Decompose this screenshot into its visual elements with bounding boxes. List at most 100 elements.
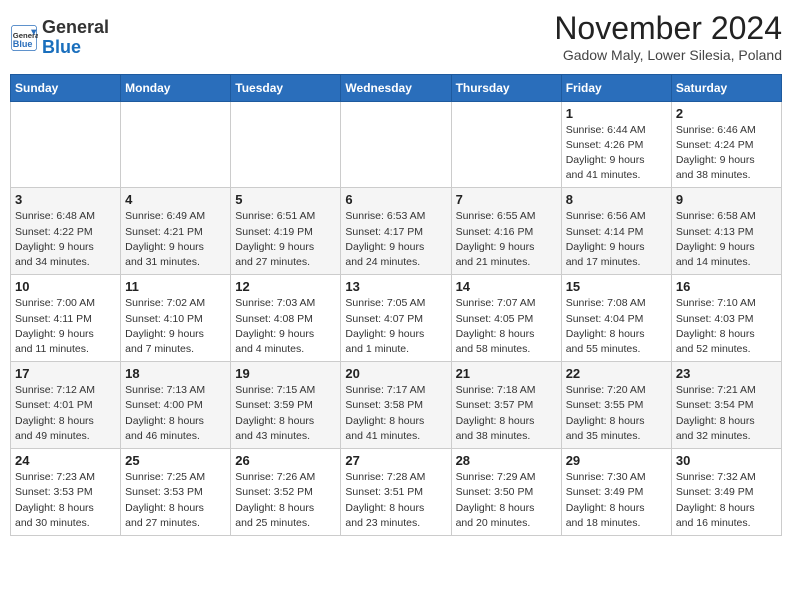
calendar-cell: 29 Sunrise: 7:30 AM Sunset: 3:49 PM Dayli… [561, 449, 671, 536]
calendar-cell [341, 101, 451, 188]
day-number: 7 [456, 192, 557, 207]
calendar-cell: 7 Sunrise: 6:55 AM Sunset: 4:16 PM Daylig… [451, 188, 561, 275]
day-info: Sunrise: 7:28 AM Sunset: 3:51 PM Dayligh… [345, 470, 446, 531]
calendar-cell: 2Sunrise: 6:46 AM Sunset: 4:24 PM Daylig… [671, 101, 781, 188]
day-info: Sunrise: 7:10 AM Sunset: 4:03 PM Dayligh… [676, 296, 777, 357]
day-number: 13 [345, 279, 446, 294]
day-info: Sunrise: 6:46 AM Sunset: 4:24 PM Dayligh… [676, 123, 777, 184]
day-info: Sunrise: 7:02 AM Sunset: 4:10 PM Dayligh… [125, 296, 226, 357]
calendar-week-5: 24Sunrise: 7:23 AM Sunset: 3:53 PM Dayli… [11, 449, 782, 536]
logo-icon: General Blue [10, 24, 38, 52]
logo: General Blue General Blue [10, 10, 109, 66]
day-number: 22 [566, 366, 667, 381]
day-info: Sunrise: 7:05 AM Sunset: 4:07 PM Dayligh… [345, 296, 446, 357]
calendar-cell [11, 101, 121, 188]
calendar-body: 1 Sunrise: 6:44 AM Sunset: 4:26 PM Daylig… [11, 101, 782, 535]
calendar-cell: 17 Sunrise: 7:12 AM Sunset: 4:01 PM Dayli… [11, 362, 121, 449]
calendar-cell: 13 Sunrise: 7:05 AM Sunset: 4:07 PM Dayli… [341, 275, 451, 362]
calendar-week-3: 10 Sunrise: 7:00 AM Sunset: 4:11 PM Dayli… [11, 275, 782, 362]
day-number: 9 [676, 192, 777, 207]
day-number: 10 [15, 279, 116, 294]
day-info: Sunrise: 7:00 AM Sunset: 4:11 PM Dayligh… [15, 296, 116, 357]
calendar: SundayMondayTuesdayWednesdayThursdayFrid… [10, 74, 782, 536]
calendar-cell: 20Sunrise: 7:17 AM Sunset: 3:58 PM Dayli… [341, 362, 451, 449]
day-number: 8 [566, 192, 667, 207]
title-area: November 2024 Gadow Maly, Lower Silesia,… [554, 10, 782, 63]
day-info: Sunrise: 6:51 AM Sunset: 4:19 PM Dayligh… [235, 209, 336, 270]
calendar-cell: 26 Sunrise: 7:26 AM Sunset: 3:52 PM Dayli… [231, 449, 341, 536]
calendar-cell: 16 Sunrise: 7:10 AM Sunset: 4:03 PM Dayli… [671, 275, 781, 362]
day-number: 29 [566, 453, 667, 468]
day-info: Sunrise: 6:44 AM Sunset: 4:26 PM Dayligh… [566, 123, 667, 184]
calendar-cell: 11 Sunrise: 7:02 AM Sunset: 4:10 PM Dayli… [121, 275, 231, 362]
day-info: Sunrise: 6:55 AM Sunset: 4:16 PM Dayligh… [456, 209, 557, 270]
day-info: Sunrise: 7:29 AM Sunset: 3:50 PM Dayligh… [456, 470, 557, 531]
day-info: Sunrise: 7:21 AM Sunset: 3:54 PM Dayligh… [676, 383, 777, 444]
day-info: Sunrise: 7:18 AM Sunset: 3:57 PM Dayligh… [456, 383, 557, 444]
day-number: 15 [566, 279, 667, 294]
location-subtitle: Gadow Maly, Lower Silesia, Poland [554, 47, 782, 63]
day-number: 21 [456, 366, 557, 381]
day-number: 25 [125, 453, 226, 468]
day-number: 4 [125, 192, 226, 207]
day-number: 17 [15, 366, 116, 381]
calendar-cell: 19Sunrise: 7:15 AM Sunset: 3:59 PM Dayli… [231, 362, 341, 449]
day-info: Sunrise: 6:56 AM Sunset: 4:14 PM Dayligh… [566, 209, 667, 270]
day-number: 5 [235, 192, 336, 207]
day-info: Sunrise: 6:53 AM Sunset: 4:17 PM Dayligh… [345, 209, 446, 270]
calendar-cell: 12 Sunrise: 7:03 AM Sunset: 4:08 PM Dayli… [231, 275, 341, 362]
day-info: Sunrise: 7:26 AM Sunset: 3:52 PM Dayligh… [235, 470, 336, 531]
calendar-cell: 22 Sunrise: 7:20 AM Sunset: 3:55 PM Dayli… [561, 362, 671, 449]
day-info: Sunrise: 7:03 AM Sunset: 4:08 PM Dayligh… [235, 296, 336, 357]
calendar-week-4: 17 Sunrise: 7:12 AM Sunset: 4:01 PM Dayli… [11, 362, 782, 449]
day-number: 16 [676, 279, 777, 294]
calendar-cell: 23 Sunrise: 7:21 AM Sunset: 3:54 PM Dayli… [671, 362, 781, 449]
calendar-cell: 15 Sunrise: 7:08 AM Sunset: 4:04 PM Dayli… [561, 275, 671, 362]
day-info: Sunrise: 7:20 AM Sunset: 3:55 PM Dayligh… [566, 383, 667, 444]
day-number: 14 [456, 279, 557, 294]
calendar-cell: 18Sunrise: 7:13 AM Sunset: 4:00 PM Dayli… [121, 362, 231, 449]
weekday-header-monday: Monday [121, 74, 231, 101]
weekday-header-wednesday: Wednesday [341, 74, 451, 101]
day-info: Sunrise: 6:58 AM Sunset: 4:13 PM Dayligh… [676, 209, 777, 270]
day-number: 20 [345, 366, 446, 381]
day-info: Sunrise: 7:07 AM Sunset: 4:05 PM Dayligh… [456, 296, 557, 357]
calendar-cell [121, 101, 231, 188]
day-info: Sunrise: 7:08 AM Sunset: 4:04 PM Dayligh… [566, 296, 667, 357]
month-title: November 2024 [554, 10, 782, 47]
weekday-header-tuesday: Tuesday [231, 74, 341, 101]
calendar-cell: 8 Sunrise: 6:56 AM Sunset: 4:14 PM Daylig… [561, 188, 671, 275]
calendar-cell: 28Sunrise: 7:29 AM Sunset: 3:50 PM Dayli… [451, 449, 561, 536]
calendar-cell: 30 Sunrise: 7:32 AM Sunset: 3:49 PM Dayli… [671, 449, 781, 536]
day-number: 3 [15, 192, 116, 207]
calendar-cell: 14 Sunrise: 7:07 AM Sunset: 4:05 PM Dayli… [451, 275, 561, 362]
day-number: 30 [676, 453, 777, 468]
day-number: 11 [125, 279, 226, 294]
day-info: Sunrise: 7:15 AM Sunset: 3:59 PM Dayligh… [235, 383, 336, 444]
weekday-header-sunday: Sunday [11, 74, 121, 101]
day-number: 24 [15, 453, 116, 468]
weekday-header-friday: Friday [561, 74, 671, 101]
weekday-header-thursday: Thursday [451, 74, 561, 101]
day-info: Sunrise: 6:49 AM Sunset: 4:21 PM Dayligh… [125, 209, 226, 270]
calendar-cell: 25 Sunrise: 7:25 AM Sunset: 3:53 PM Dayli… [121, 449, 231, 536]
day-number: 6 [345, 192, 446, 207]
calendar-cell: 21 Sunrise: 7:18 AM Sunset: 3:57 PM Dayli… [451, 362, 561, 449]
day-number: 12 [235, 279, 336, 294]
calendar-cell: 9 Sunrise: 6:58 AM Sunset: 4:13 PM Daylig… [671, 188, 781, 275]
day-number: 26 [235, 453, 336, 468]
day-info: Sunrise: 7:32 AM Sunset: 3:49 PM Dayligh… [676, 470, 777, 531]
calendar-cell: 4 Sunrise: 6:49 AM Sunset: 4:21 PM Daylig… [121, 188, 231, 275]
day-number: 1 [566, 106, 667, 121]
calendar-cell [231, 101, 341, 188]
day-number: 23 [676, 366, 777, 381]
header: General Blue General Blue November 2024 … [10, 10, 782, 66]
day-info: Sunrise: 6:48 AM Sunset: 4:22 PM Dayligh… [15, 209, 116, 270]
day-info: Sunrise: 7:30 AM Sunset: 3:49 PM Dayligh… [566, 470, 667, 531]
day-info: Sunrise: 7:25 AM Sunset: 3:53 PM Dayligh… [125, 470, 226, 531]
calendar-cell: 5 Sunrise: 6:51 AM Sunset: 4:19 PM Daylig… [231, 188, 341, 275]
weekday-header-saturday: Saturday [671, 74, 781, 101]
calendar-cell: 27Sunrise: 7:28 AM Sunset: 3:51 PM Dayli… [341, 449, 451, 536]
calendar-cell: 6 Sunrise: 6:53 AM Sunset: 4:17 PM Daylig… [341, 188, 451, 275]
day-info: Sunrise: 7:12 AM Sunset: 4:01 PM Dayligh… [15, 383, 116, 444]
